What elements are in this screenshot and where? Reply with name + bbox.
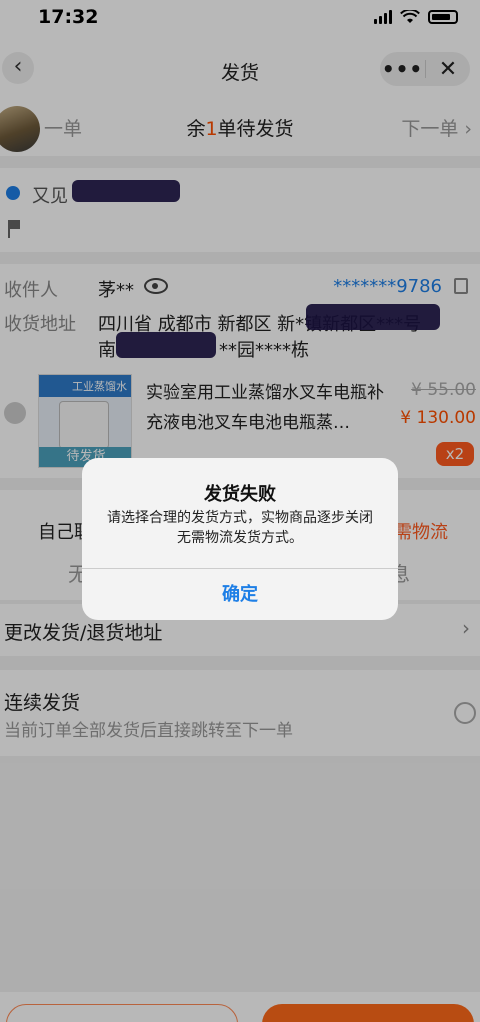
ship-failed-dialog: 发货失败 请选择合理的发货方式，实物商品逐步关闭无需物流发货方式。 确定	[82, 458, 398, 620]
ship-page: 17:32 ‹ 发货 ••• ✕ 一单 余1单待发货 下一单 › 又见 收件人 …	[0, 0, 480, 1022]
confirm-button[interactable]: 确定	[82, 569, 398, 620]
dialog-title: 发货失败	[204, 484, 276, 505]
dialog-message: 请选择合理的发货方式，实物商品逐步关闭无需物流发货方式。	[107, 510, 373, 546]
